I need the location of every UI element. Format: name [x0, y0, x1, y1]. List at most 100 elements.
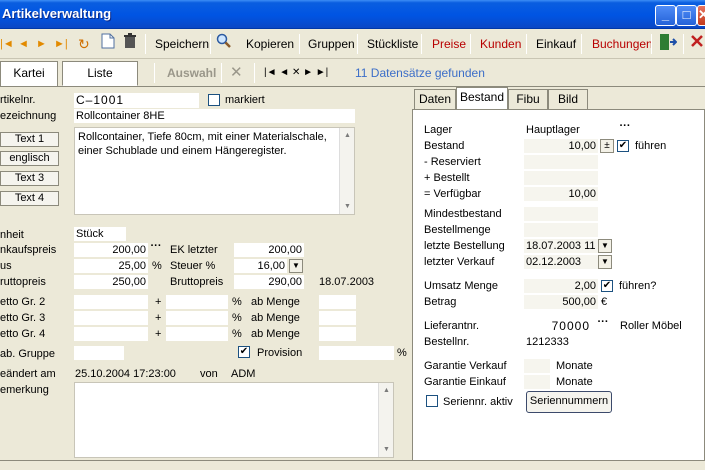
close-button[interactable]: ✕ [697, 5, 705, 26]
netto-gr3-percent: % [232, 312, 242, 324]
exit-icon[interactable] [659, 33, 678, 55]
scroll-up-icon[interactable]: ▲ [342, 130, 353, 141]
ekpreis-lookup-button[interactable]: ··· [148, 241, 164, 255]
new-document-icon[interactable] [101, 33, 115, 55]
tab-daten[interactable]: Daten [414, 89, 456, 109]
netto-gr2-plus-field[interactable] [166, 295, 228, 309]
steuer-dropdown-icon[interactable]: ▼ [289, 259, 303, 273]
einkauf-button[interactable]: Einkauf [536, 33, 576, 55]
provision-checkbox[interactable]: ✔ [238, 346, 250, 358]
seriennummern-button[interactable]: Seriennummern [526, 391, 612, 413]
close-icon[interactable] [690, 33, 704, 55]
toolbar-separator [651, 34, 652, 54]
tab-bild[interactable]: Bild [548, 89, 588, 109]
netto-gr3-menge-field[interactable] [319, 311, 356, 325]
auswahl-button[interactable]: Auswahl [167, 63, 216, 83]
first-record-icon[interactable]: |◄ [0, 33, 14, 55]
beschreibung-scrollbar[interactable]: ▲ ▼ [339, 128, 354, 214]
text3-button[interactable]: Text 3 [0, 171, 59, 186]
netto-gr4-menge-field[interactable] [319, 327, 356, 341]
bemerkung-label: emerkung [0, 384, 49, 396]
bestand-adjust-button[interactable]: ± [600, 139, 614, 153]
letzter-verkauf-field[interactable]: 02.12.2003 [524, 255, 598, 269]
markiert-checkbox[interactable] [208, 94, 220, 106]
lieferant-lookup-button[interactable]: ··· [595, 317, 611, 331]
netto-gr4-field[interactable] [74, 327, 148, 341]
speichern-button[interactable]: Speichern [155, 33, 209, 55]
bruttopreis-field[interactable]: 250,00 [74, 275, 148, 289]
verfuegbar-field: 10,00 [524, 187, 598, 201]
netto-gr4-plus-field[interactable] [166, 327, 228, 341]
text1-label: Text 1 [14, 133, 45, 145]
tab-fibu[interactable]: Fibu [508, 89, 548, 109]
stueckliste-button[interactable]: Stückliste [367, 33, 418, 55]
englisch-button[interactable]: englisch [0, 151, 59, 166]
delete-icon[interactable] [123, 33, 137, 55]
lager-field[interactable]: Hauptlager [524, 123, 596, 137]
artikelnr-field[interactable]: C–1001 [74, 93, 199, 108]
toolbar: |◄ ◄ ► ►| ↻ Speichern Kopieren Gruppen S… [0, 29, 705, 59]
bezeichnung-field[interactable]: Rollcontainer 8HE [74, 109, 355, 123]
bestellmenge-field[interactable] [524, 223, 598, 237]
text4-button[interactable]: Text 4 [0, 191, 59, 206]
mindestbestand-field[interactable] [524, 207, 598, 221]
scroll-down-icon[interactable]: ▼ [381, 444, 392, 455]
search-icon[interactable] [216, 33, 232, 55]
bemerkung-scrollbar[interactable]: ▲ ▼ [378, 383, 393, 457]
tab-kartei[interactable]: Kartei [0, 61, 58, 86]
umsatz-fuehren-checkbox[interactable]: ✔ [601, 280, 613, 292]
title-bar: Artikelverwaltung _ □ ✕ [0, 0, 705, 29]
letzter-verkauf-dropdown-icon[interactable]: ▼ [598, 255, 612, 269]
plus-field[interactable]: 25,00 [74, 259, 148, 273]
netto-gr2-menge-field[interactable] [319, 295, 356, 309]
prev-record-icon[interactable]: ◄ [18, 33, 29, 55]
toolbar-separator [421, 34, 422, 54]
text1-button[interactable]: Text 1 [0, 132, 59, 147]
next-record-icon[interactable]: ► [36, 33, 47, 55]
ekpreis-field[interactable]: 200,00 [74, 243, 148, 257]
provision-field[interactable] [319, 346, 394, 360]
netto-gr3-field[interactable] [74, 311, 148, 325]
bestand-field[interactable]: 10,00 [524, 139, 598, 153]
clear-selection-icon[interactable]: ✕ [230, 63, 243, 83]
netto-gr2-ab-menge-label: ab Menge [251, 296, 300, 308]
einheit-field[interactable]: Stück [74, 227, 126, 241]
maximize-button[interactable]: □ [676, 5, 697, 26]
garantie-einkauf-field[interactable] [524, 375, 550, 389]
kopieren-button[interactable]: Kopieren [246, 33, 294, 55]
letzte-bestellung-field[interactable]: 18.07.2003 11 [524, 239, 598, 253]
tab-liste[interactable]: Liste [62, 61, 138, 86]
seriennr-aktiv-checkbox[interactable] [426, 395, 438, 407]
beschreibung-textarea[interactable]: Rollcontainer, Tiefe 80cm, mit einer Mat… [74, 127, 355, 215]
bestand-fuehren-checkbox[interactable]: ✔ [617, 140, 629, 152]
scroll-down-icon[interactable]: ▼ [342, 201, 353, 212]
garantie-verkauf-field[interactable] [524, 359, 550, 373]
verfuegbar-label: = Verfügbar [424, 188, 482, 200]
tab-bestand[interactable]: Bestand [456, 87, 508, 110]
ek-letzter-field[interactable]: 200,00 [234, 243, 304, 257]
refresh-icon[interactable]: ↻ [78, 33, 90, 55]
buchungen-button[interactable]: Buchungen [592, 33, 653, 55]
letzte-bestellung-dropdown-icon[interactable]: ▼ [598, 239, 612, 253]
rab-gruppe-field[interactable] [74, 346, 124, 360]
scroll-up-icon[interactable]: ▲ [381, 385, 392, 396]
lager-lookup-button[interactable]: ··· [617, 121, 633, 135]
last-record-icon[interactable]: ►| [54, 33, 68, 55]
tab-bestand-label: Bestand [459, 90, 505, 104]
minimize-button[interactable]: _ [655, 5, 676, 26]
gruppen-button[interactable]: Gruppen [308, 33, 355, 55]
bruttopreis2-field[interactable]: 290,00 [234, 275, 304, 289]
preise-button[interactable]: Preise [432, 33, 466, 55]
bestellnr-field[interactable]: 1212333 [524, 335, 638, 349]
steuer-label: Steuer % [170, 260, 216, 272]
record-navigator[interactable]: |◄ ◄ ✕ ► ►| [264, 63, 328, 83]
steuer-field[interactable]: 16,00 [234, 259, 287, 273]
kunden-button[interactable]: Kunden [480, 33, 521, 55]
lieferantnr-field[interactable]: 70000 [524, 319, 592, 333]
netto-gr3-plus-field[interactable] [166, 311, 228, 325]
app-window: Artikelverwaltung _ □ ✕ |◄ ◄ ► ►| ↻ Spei… [0, 0, 705, 470]
bemerkung-textarea[interactable] [74, 382, 394, 458]
ek-letzter-label: EK letzter [170, 244, 218, 256]
netto-gr2-field[interactable] [74, 295, 148, 309]
markiert-label: markiert [225, 94, 265, 106]
